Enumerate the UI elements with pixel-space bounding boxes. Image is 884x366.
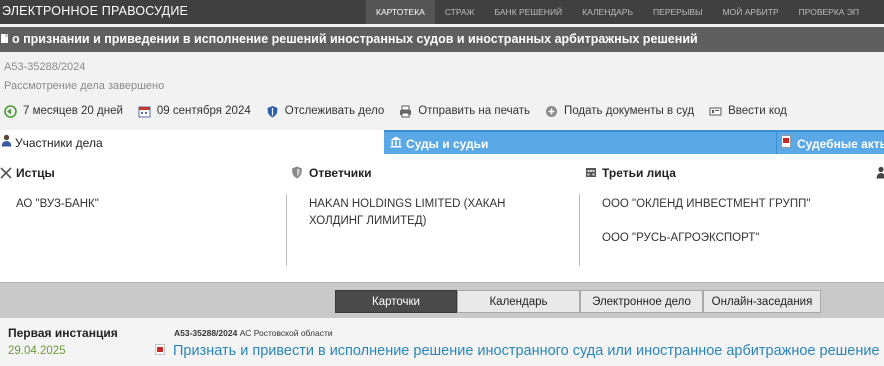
tab-participants[interactable]: Участники дела bbox=[0, 130, 384, 154]
crossed-swords-icon bbox=[0, 167, 12, 179]
enter-code-label: Ввести код bbox=[728, 105, 787, 117]
participants-panel: Истцы АО "ВУЗ-БАНК" Ответчики HAKAN HOLD… bbox=[0, 154, 884, 282]
nav-item-bank-resheniy[interactable]: БАНК РЕШЕНИЙ bbox=[485, 0, 573, 24]
instance-row: Первая инстанция 29.04.2025 А53-35288/20… bbox=[0, 318, 884, 366]
case-status: Рассмотрение дела завершено bbox=[4, 80, 165, 92]
printer-icon bbox=[400, 105, 412, 117]
instance-date: 29.04.2025 bbox=[8, 345, 66, 357]
code-icon bbox=[709, 107, 722, 115]
court-building-icon bbox=[390, 136, 402, 148]
case-tabs: Участники дела Суды и судьи Судебные акт… bbox=[0, 130, 884, 154]
enter-code-button[interactable]: Ввести код bbox=[709, 105, 787, 118]
plaintiffs-column: Истцы АО "ВУЗ-БАНК" bbox=[0, 154, 287, 282]
third-party-item[interactable]: ООО "РУСЬ-АГРОЭКСПОРТ" bbox=[602, 230, 872, 247]
print-button[interactable]: Отправить на печать bbox=[399, 105, 530, 118]
subtab-online-sessions[interactable]: Онлайн-заседания bbox=[703, 290, 821, 313]
tab-courts-label: Суды и судьи bbox=[406, 137, 489, 151]
tab-participants-label: Участники дела bbox=[15, 136, 103, 150]
view-switcher-bar: Карточки Календарь Электронное дело Онла… bbox=[0, 282, 884, 318]
pdf-icon bbox=[781, 135, 791, 148]
nav-item-my-arbiter[interactable]: МОЙ АРБИТР bbox=[713, 0, 789, 24]
defendant-item[interactable]: HAKAN HOLDINGS LIMITED (ХАКАН ХОЛДИНГ ЛИ… bbox=[309, 196, 529, 230]
instance-case-number: А53-35288/2024 bbox=[174, 328, 238, 338]
tab-court-acts-label: Судебные акты bbox=[797, 137, 884, 151]
third-parties-column: Третьи лица ООО "ОКЛЕНД ИНВЕСТМЕНТ ГРУПП… bbox=[580, 154, 872, 282]
case-title: о признании и приведении в исполнение ре… bbox=[12, 32, 698, 46]
subtab-calendar[interactable]: Календарь bbox=[457, 290, 580, 313]
instance-case-info: А53-35288/2024 АС Ростовской области bbox=[174, 328, 333, 338]
submit-documents-label: Подать документы в суд bbox=[564, 105, 695, 117]
plus-circle-icon bbox=[546, 105, 558, 117]
third-parties-heading: Третьи лица bbox=[602, 166, 676, 180]
date-item: 09 сентября 2024 bbox=[138, 105, 251, 118]
nav-item-check-signature[interactable]: ПРОВЕРКА ЭП bbox=[789, 0, 869, 24]
nav-item-breaks[interactable]: ПЕРЕРЫВЫ bbox=[643, 0, 713, 24]
defendants-heading: Ответчики bbox=[309, 166, 372, 180]
case-title-bar: о признании и приведении в исполнение ре… bbox=[0, 27, 884, 52]
tab-courts[interactable]: Суды и судьи bbox=[384, 130, 776, 154]
back-arrow-icon bbox=[4, 104, 17, 118]
submit-documents-button[interactable]: Подать документы в суд bbox=[545, 105, 694, 118]
track-case-button[interactable]: Отслеживать дело bbox=[266, 105, 384, 118]
nav-item-calendar[interactable]: КАЛЕНДАРЬ bbox=[572, 0, 643, 24]
date-text: 09 сентября 2024 bbox=[156, 105, 251, 117]
nav-item-strazh[interactable]: СТРАЖ bbox=[435, 0, 485, 24]
plaintiff-item[interactable]: АО "ВУЗ-БАНК" bbox=[16, 196, 276, 213]
duration-text: 7 месяцев 20 дней bbox=[23, 105, 123, 117]
duration-item: 7 месяцев 20 дней bbox=[4, 104, 123, 118]
shield-icon bbox=[267, 105, 278, 117]
track-case-label: Отслеживать дело bbox=[284, 105, 385, 117]
site-brand[interactable]: ЭЛЕКТРОННОЕ ПРАВОСУДИЕ bbox=[2, 4, 188, 18]
top-nav: ЭЛЕКТРОННОЕ ПРАВОСУДИЕ КАРТОТЕКА СТРАЖ Б… bbox=[0, 0, 884, 24]
nav-menu: КАРТОТЕКА СТРАЖ БАНК РЕШЕНИЙ КАЛЕНДАРЬ П… bbox=[366, 0, 869, 24]
nav-item-kartoteka[interactable]: КАРТОТЕКА bbox=[366, 0, 435, 24]
person-icon bbox=[876, 166, 884, 179]
third-party-item[interactable]: ООО "ОКЛЕНД ИНВЕСТМЕНТ ГРУПП" bbox=[602, 196, 872, 213]
instance-court: АС Ростовской области bbox=[239, 328, 333, 338]
calendar-icon bbox=[138, 106, 151, 117]
view-switcher: Карточки Календарь Электронное дело Онла… bbox=[335, 290, 821, 313]
subtab-cards[interactable]: Карточки bbox=[335, 290, 457, 313]
case-info: А53-35288/2024 Рассмотрение дела заверше… bbox=[0, 52, 884, 130]
plaintiffs-heading: Истцы bbox=[16, 166, 55, 180]
subtab-electronic-case[interactable]: Электронное дело bbox=[580, 290, 703, 313]
shield-icon bbox=[292, 166, 302, 179]
instance-label: Первая инстанция bbox=[8, 326, 118, 340]
defendants-column: Ответчики HAKAN HOLDINGS LIMITED (ХАКАН … bbox=[287, 154, 579, 282]
document-icon bbox=[1, 34, 8, 43]
print-label: Отправить на печать bbox=[418, 105, 531, 117]
building-icon bbox=[586, 168, 596, 177]
instance-document-link[interactable]: Признать и привести в исполнение решение… bbox=[173, 343, 880, 359]
pdf-icon bbox=[155, 344, 165, 355]
case-number: А53-35288/2024 bbox=[4, 61, 86, 73]
person-icon bbox=[1, 134, 12, 147]
tab-court-acts[interactable]: Судебные акты bbox=[776, 130, 884, 154]
case-actions: 7 месяцев 20 дней 09 сентября 2024 Отсле… bbox=[4, 103, 802, 119]
